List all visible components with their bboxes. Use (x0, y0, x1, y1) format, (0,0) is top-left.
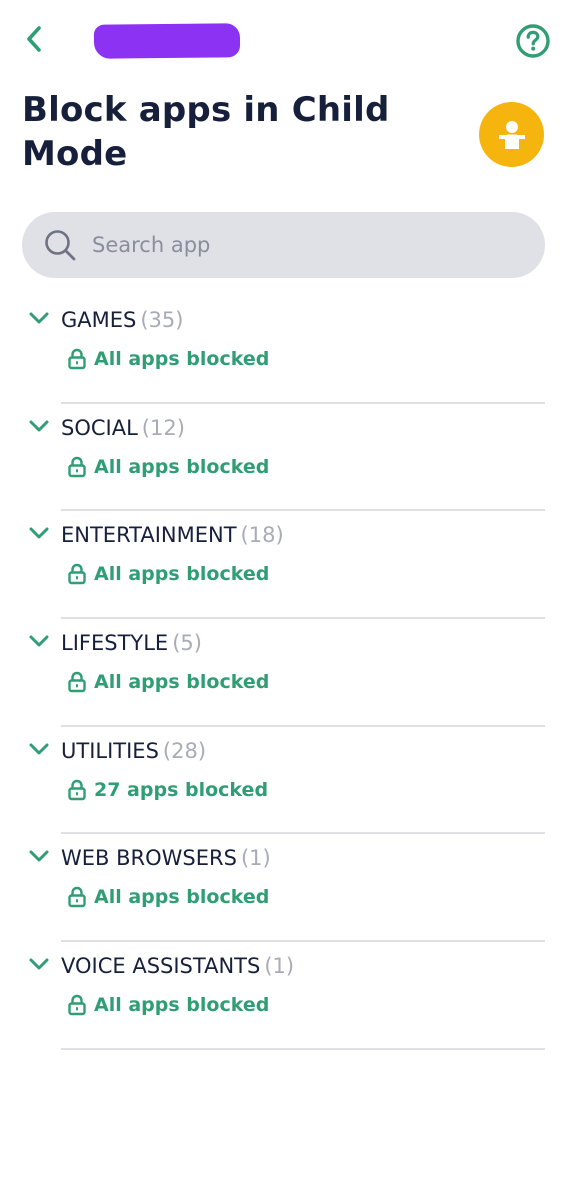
category-name: SOCIAL (61, 415, 138, 440)
question-circle-icon (516, 24, 550, 58)
category-name: GAMES (61, 308, 137, 332)
category-name: VOICE ASSISTANTS (61, 954, 261, 979)
lock-icon (66, 779, 88, 801)
help-button[interactable] (514, 22, 552, 60)
back-button[interactable] (18, 22, 50, 56)
lock-icon (66, 348, 88, 370)
category-games[interactable]: GAMES (35) All apps blocked (0, 296, 567, 404)
category-count: (35) (140, 308, 184, 332)
category-status: 27 apps blocked (66, 779, 268, 801)
category-status: All apps blocked (66, 456, 269, 478)
category-utilities[interactable]: UTILITIES (28) 27 apps blocked (0, 727, 567, 835)
category-name: ENTERTAINMENT (61, 523, 237, 548)
search-icon (42, 227, 78, 263)
lock-icon (66, 994, 88, 1016)
chevron-left-icon (27, 26, 41, 52)
child-profile-avatar[interactable] (479, 102, 544, 167)
category-name: UTILITIES (61, 738, 159, 763)
category-status-text: All apps blocked (94, 671, 270, 694)
lock-icon (66, 671, 88, 693)
category-title: LIFESTYLE (5) (61, 629, 202, 657)
category-count: (18) (240, 523, 284, 548)
chevron-down-icon (29, 420, 49, 432)
redacted-name (93, 23, 241, 59)
chevron-down-icon (29, 635, 49, 647)
category-list: GAMES (35) All apps blocked SOCIAL (12) Al… (0, 296, 567, 1050)
top-bar (0, 0, 567, 80)
child-profile-icon (498, 120, 525, 149)
search-input[interactable] (92, 233, 512, 257)
category-status: All apps blocked (66, 886, 269, 908)
category-status-text: 27 apps blocked (94, 778, 269, 801)
category-status: All apps blocked (66, 348, 269, 370)
chevron-down-icon (29, 958, 49, 970)
category-name: WEB BROWSERS (61, 846, 237, 871)
category-title: ENTERTAINMENT (18) (61, 521, 284, 549)
category-social[interactable]: SOCIAL (12) All apps blocked (0, 404, 567, 512)
category-count: (28) (162, 738, 207, 763)
lock-icon (66, 886, 88, 908)
category-title: VOICE ASSISTANTS (1) (61, 952, 294, 980)
category-entertainment[interactable]: ENTERTAINMENT (18) All apps blocked (0, 511, 567, 620)
chevron-down-icon (29, 312, 49, 324)
category-status-text: All apps blocked (94, 563, 270, 586)
category-count: (1) (240, 846, 271, 871)
category-count: (5) (172, 631, 202, 656)
page-title: Block apps in Child Mode (22, 90, 390, 174)
category-lifestyle[interactable]: LIFESTYLE (5) All apps blocked (0, 619, 567, 727)
category-count: (1) (264, 954, 295, 979)
category-status-text: All apps blocked (94, 994, 270, 1017)
category-status-text: All apps blocked (94, 886, 270, 909)
category-title: UTILITIES (28) (61, 737, 206, 765)
divider (61, 1047, 545, 1050)
chevron-down-icon (29, 743, 49, 755)
category-status: All apps blocked (66, 671, 269, 693)
category-count: (12) (141, 415, 185, 440)
category-status: All apps blocked (66, 994, 269, 1016)
category-title: GAMES (35) (61, 306, 183, 334)
category-status: All apps blocked (66, 563, 269, 585)
chevron-down-icon (29, 850, 49, 862)
search-bar[interactable] (22, 212, 545, 278)
category-title: SOCIAL (12) (61, 414, 185, 442)
category-title: WEB BROWSERS (1) (61, 844, 271, 872)
category-status-text: All apps blocked (94, 455, 270, 478)
lock-icon (66, 563, 88, 585)
category-web-browsers[interactable]: WEB BROWSERS (1) All apps blocked (0, 834, 567, 943)
category-voice-assistants[interactable]: VOICE ASSISTANTS (1) All apps blocked (0, 942, 567, 1050)
category-status-text: All apps blocked (94, 348, 270, 370)
lock-icon (66, 456, 88, 478)
category-name: LIFESTYLE (61, 631, 169, 656)
chevron-down-icon (29, 527, 49, 539)
